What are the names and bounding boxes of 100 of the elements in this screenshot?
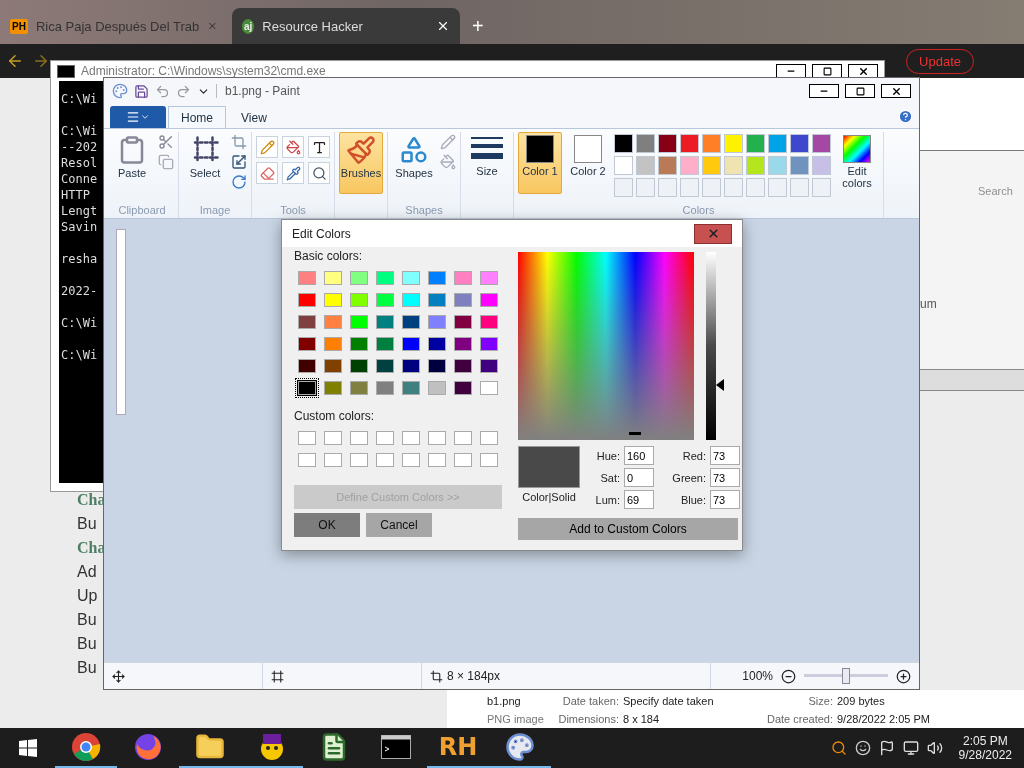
color-swatch[interactable] [376, 293, 394, 307]
empty-swatch[interactable] [298, 453, 316, 467]
palette-swatch[interactable] [812, 134, 831, 153]
color-swatch[interactable] [402, 359, 420, 373]
empty-swatch[interactable] [746, 178, 765, 197]
slider-thumb[interactable] [842, 668, 850, 684]
color-swatch[interactable] [402, 315, 420, 329]
browser-tab[interactable]: PH Rica Paja Después Del Trab [0, 8, 228, 44]
color-swatch[interactable] [350, 271, 368, 285]
color-swatch[interactable] [350, 359, 368, 373]
text-tool[interactable] [308, 136, 330, 158]
empty-swatch[interactable] [454, 431, 472, 445]
palette-swatch[interactable] [680, 156, 699, 175]
network-icon[interactable] [902, 740, 919, 756]
color-swatch[interactable] [454, 381, 472, 395]
ribbon-tab[interactable]: Home [168, 106, 226, 128]
resize-icon[interactable] [231, 154, 247, 170]
empty-swatch[interactable] [614, 178, 633, 197]
empty-swatch[interactable] [724, 178, 743, 197]
help-icon[interactable] [898, 109, 913, 124]
color-swatch[interactable] [324, 359, 342, 373]
maximize-button[interactable] [812, 64, 842, 78]
palette-swatch[interactable] [724, 134, 743, 153]
number-field[interactable]: 73 [710, 490, 740, 509]
color-picker-tool[interactable] [282, 162, 304, 184]
color-swatch[interactable] [402, 337, 420, 351]
magnifier-tool[interactable] [308, 162, 330, 184]
back-icon[interactable] [6, 52, 24, 70]
palette-swatch[interactable] [746, 134, 765, 153]
search-icon[interactable] [830, 740, 847, 756]
close-button[interactable] [881, 84, 911, 98]
paste-button[interactable]: Paste [110, 132, 154, 194]
cancel-button[interactable]: Cancel [366, 513, 432, 537]
brushes-button[interactable]: Brushes [339, 132, 383, 194]
color-swatch[interactable] [324, 293, 342, 307]
empty-swatch[interactable] [680, 178, 699, 197]
select-button[interactable]: Select [183, 132, 227, 194]
color-swatch[interactable] [376, 359, 394, 373]
color-swatch[interactable] [324, 315, 342, 329]
color-swatch[interactable] [350, 293, 368, 307]
outline-icon[interactable] [440, 134, 456, 150]
color-one-button[interactable]: Color 1 [518, 132, 562, 194]
copy-icon[interactable] [158, 154, 174, 170]
color-swatch[interactable] [298, 359, 316, 373]
color-swatch[interactable] [480, 337, 498, 351]
color-two-button[interactable]: Color 2 [566, 132, 610, 194]
palette-swatch[interactable] [636, 134, 655, 153]
eraser-tool[interactable] [256, 162, 278, 184]
empty-swatch[interactable] [428, 453, 446, 467]
color-swatch[interactable] [350, 315, 368, 329]
ok-button[interactable]: OK [294, 513, 360, 537]
color-swatch[interactable] [428, 315, 446, 329]
size-button[interactable]: Size [465, 132, 509, 194]
palette-swatch[interactable] [746, 156, 765, 175]
empty-swatch[interactable] [702, 178, 721, 197]
palette-swatch[interactable] [658, 134, 677, 153]
empty-swatch[interactable] [402, 453, 420, 467]
color-swatch[interactable] [402, 271, 420, 285]
color-swatch[interactable] [350, 381, 368, 395]
palette-swatch[interactable] [614, 156, 633, 175]
empty-swatch[interactable] [324, 431, 342, 445]
empty-swatch[interactable] [428, 431, 446, 445]
palette-swatch[interactable] [702, 134, 721, 153]
new-tab-button[interactable]: + [464, 15, 492, 44]
color-swatch[interactable] [376, 337, 394, 351]
color-swatch[interactable] [376, 381, 394, 395]
maximize-button[interactable] [845, 84, 875, 98]
fill-tool[interactable] [282, 136, 304, 158]
color-swatch[interactable] [428, 337, 446, 351]
palette-swatch[interactable] [724, 156, 743, 175]
color-swatch[interactable] [454, 359, 472, 373]
color-swatch[interactable] [480, 315, 498, 329]
empty-swatch[interactable] [350, 431, 368, 445]
color-swatch[interactable] [324, 271, 342, 285]
color-swatch[interactable] [428, 359, 446, 373]
file-menu-button[interactable] [110, 106, 166, 128]
palette-swatch[interactable] [680, 134, 699, 153]
cut-icon[interactable] [158, 134, 174, 150]
close-button[interactable] [694, 223, 732, 244]
empty-swatch[interactable] [376, 431, 394, 445]
rotate-icon[interactable] [231, 174, 247, 190]
empty-swatch[interactable] [480, 431, 498, 445]
number-field[interactable]: 73 [710, 446, 740, 465]
save-icon[interactable] [134, 83, 149, 99]
color-swatch[interactable] [454, 271, 472, 285]
empty-swatch[interactable] [324, 453, 342, 467]
color-spectrum[interactable] [518, 252, 694, 440]
color-swatch[interactable] [298, 315, 316, 329]
color-swatch[interactable] [350, 337, 368, 351]
palette-swatch[interactable] [768, 134, 787, 153]
empty-swatch[interactable] [376, 453, 394, 467]
empty-swatch[interactable] [812, 178, 831, 197]
palette-swatch[interactable] [790, 134, 809, 153]
taskbar-app[interactable]: RH [427, 728, 489, 768]
palette-swatch[interactable] [768, 156, 787, 175]
color-swatch[interactable] [480, 359, 498, 373]
shapes-button[interactable]: Shapes [392, 132, 436, 194]
number-field[interactable]: 69 [624, 490, 654, 509]
color-swatch[interactable] [298, 293, 316, 307]
empty-swatch[interactable] [480, 453, 498, 467]
